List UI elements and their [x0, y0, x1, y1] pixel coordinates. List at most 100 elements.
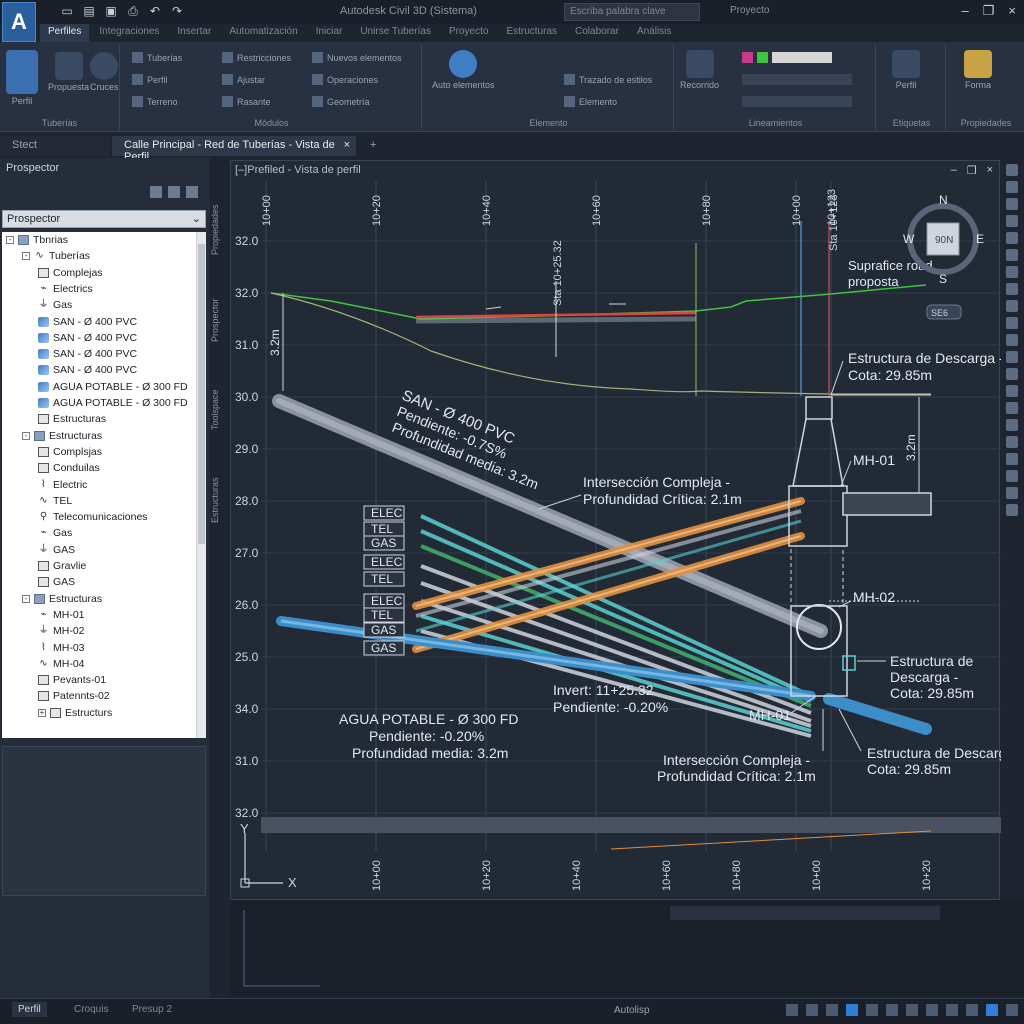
maximize-icon[interactable]: ❐: [983, 3, 995, 19]
layer-icon[interactable]: [1006, 232, 1018, 244]
tree-item[interactable]: ∿ MH-04: [38, 658, 84, 670]
snap-toggle-icon[interactable]: [826, 1004, 838, 1016]
model-icon[interactable]: [786, 1004, 798, 1016]
grid-toggle-icon[interactable]: [806, 1004, 818, 1016]
zoom-icon[interactable]: [1006, 181, 1018, 193]
lineweight-icon[interactable]: [1006, 368, 1018, 380]
trazado-tool[interactable]: Trazado de estilos: [564, 74, 652, 85]
vp-minimize-icon[interactable]: –: [951, 164, 957, 177]
search-input[interactable]: Escriba palabra clave: [564, 3, 700, 21]
otrack-toggle-icon[interactable]: [906, 1004, 918, 1016]
transparency-icon[interactable]: [1006, 385, 1018, 397]
doc-tab-stect[interactable]: Stect: [0, 136, 110, 156]
tree-item[interactable]: Complsjas: [38, 446, 102, 458]
tuberias-tool[interactable]: Tuberías: [132, 52, 182, 63]
perfil-button[interactable]: Perfil: [6, 50, 38, 106]
tree-item[interactable]: ∿ TEL: [38, 495, 72, 507]
pan-icon[interactable]: [1006, 164, 1018, 176]
print-icon[interactable]: ⎙: [126, 4, 140, 18]
nuevos-tool[interactable]: Nuevos elementos: [312, 52, 402, 63]
tree-item[interactable]: - Estructuras: [22, 430, 102, 442]
properties-icon[interactable]: [1006, 249, 1018, 261]
tree-item[interactable]: AGUA POTABLE - Ø 300 FD: [38, 397, 188, 409]
tree-item[interactable]: ⏚ Gas: [38, 299, 73, 311]
restricciones-tool[interactable]: Restricciones: [222, 52, 291, 63]
expand-icon[interactable]: +: [38, 708, 46, 717]
annotation-scale-icon[interactable]: [946, 1004, 958, 1016]
isolate-icon[interactable]: [1006, 453, 1018, 465]
prospector-dropdown[interactable]: Prospector ⌄: [2, 210, 206, 228]
profile-drawing[interactable]: 32.0 32.0 31.0 30.0 29.0 28.0 27.0 26.0 25.0 34.0…: [231, 161, 1001, 901]
close-tab-icon[interactable]: ×: [344, 139, 350, 151]
minimize-icon[interactable]: –: [962, 3, 969, 19]
ribbon-tab-0[interactable]: Perfiles: [40, 24, 90, 42]
measure-icon[interactable]: [1006, 215, 1018, 227]
lineweight-row[interactable]: [742, 96, 852, 107]
redo-icon[interactable]: ↷: [170, 4, 184, 18]
undo-icon[interactable]: ↶: [148, 4, 162, 18]
side-tab-0[interactable]: Propiedades: [210, 190, 228, 270]
clean-screen-icon[interactable]: [1006, 487, 1018, 499]
fullscreen-icon[interactable]: [1006, 1004, 1018, 1016]
polar-icon[interactable]: [1006, 317, 1018, 329]
isolate-objects-icon[interactable]: [986, 1004, 998, 1016]
ribbon-tab-6[interactable]: Proyecto: [441, 24, 496, 42]
app-logo-button[interactable]: A: [2, 2, 36, 42]
tree-item[interactable]: + Estructurs: [38, 707, 112, 719]
collapse-icon[interactable]: -: [6, 236, 14, 244]
layout-tab-perfil[interactable]: Perfil: [12, 1002, 47, 1017]
forma-button[interactable]: Forma: [964, 50, 992, 90]
tree-item[interactable]: Pevants-01: [38, 674, 106, 686]
customize-icon[interactable]: [1006, 504, 1018, 516]
dynamic-input-icon[interactable]: [1006, 351, 1018, 363]
terreno-tool[interactable]: Terreno: [132, 96, 178, 107]
geometria-tool[interactable]: Geometría: [312, 96, 370, 107]
rasante-tool[interactable]: Rasante: [222, 96, 271, 107]
ribbon-tab-3[interactable]: Automatización: [221, 24, 305, 42]
osnap-toggle-icon[interactable]: [886, 1004, 898, 1016]
layout-tab-croquis[interactable]: Croquis: [68, 1002, 114, 1017]
tree-item[interactable]: ⏚ GAS: [38, 544, 76, 556]
tree-item[interactable]: SAN - Ø 400 PVC: [38, 348, 137, 360]
collapse-icon[interactable]: -: [22, 431, 30, 440]
elemento-tool[interactable]: Elemento: [564, 96, 617, 107]
ribbon-tab-8[interactable]: Colaborar: [567, 24, 627, 42]
workspace-icon[interactable]: [1006, 436, 1018, 448]
hardware-icon[interactable]: [1006, 470, 1018, 482]
tree-item[interactable]: Conduilas: [38, 462, 100, 474]
tree-item[interactable]: ⏚ MH-02: [38, 625, 85, 637]
side-tab-2[interactable]: Toolspace: [210, 370, 228, 450]
tree-item[interactable]: SAN - Ø 400 PVC: [38, 332, 137, 344]
linetype-row[interactable]: [742, 74, 852, 85]
tree-item[interactable]: - ∿ Tuberías: [22, 250, 90, 262]
tree-item[interactable]: SAN - Ø 400 PVC: [38, 364, 137, 376]
user-menu[interactable]: Proyecto: [730, 5, 769, 16]
side-tab-1[interactable]: Prospector: [210, 280, 228, 360]
ortho-toggle-icon[interactable]: [846, 1004, 858, 1016]
tree-item[interactable]: ⌁ MH-01: [38, 609, 84, 621]
ribbon-tab-5[interactable]: Unirse Tuberías: [352, 24, 439, 42]
tree-item[interactable]: Estructuras: [38, 413, 106, 425]
selection-icon[interactable]: [1006, 402, 1018, 414]
snap-icon[interactable]: [1006, 283, 1018, 295]
tree-item[interactable]: GAS: [38, 576, 75, 588]
vp-restore-icon[interactable]: ❐: [967, 164, 977, 177]
tree-item[interactable]: ⌁ Electrics: [38, 283, 92, 295]
ribbon-tab-7[interactable]: Estructuras: [498, 24, 565, 42]
workspace-switch-icon[interactable]: [966, 1004, 978, 1016]
tree-item[interactable]: - Tbnrias: [6, 234, 68, 246]
osnap-icon[interactable]: [1006, 334, 1018, 346]
side-tab-3[interactable]: Estructuras: [210, 460, 228, 540]
tree-item[interactable]: SAN - Ø 400 PVC: [38, 316, 137, 328]
perfil2-button[interactable]: Perfil: [892, 50, 920, 90]
tree-item[interactable]: ⌇ Electric: [38, 479, 87, 491]
add-tab-button[interactable]: +: [358, 136, 384, 156]
auto-elementos-button[interactable]: Auto elementos: [432, 50, 495, 90]
open-folder-icon[interactable]: ▤: [82, 4, 96, 18]
ortho-icon[interactable]: [1006, 300, 1018, 312]
grid-icon[interactable]: [1006, 266, 1018, 278]
perfil-tool[interactable]: Perfil: [132, 74, 168, 85]
polar-toggle-icon[interactable]: [866, 1004, 878, 1016]
tree-item[interactable]: ⌁ Gas: [38, 527, 72, 539]
layout-tab-presup[interactable]: Presup 2: [126, 1002, 178, 1017]
